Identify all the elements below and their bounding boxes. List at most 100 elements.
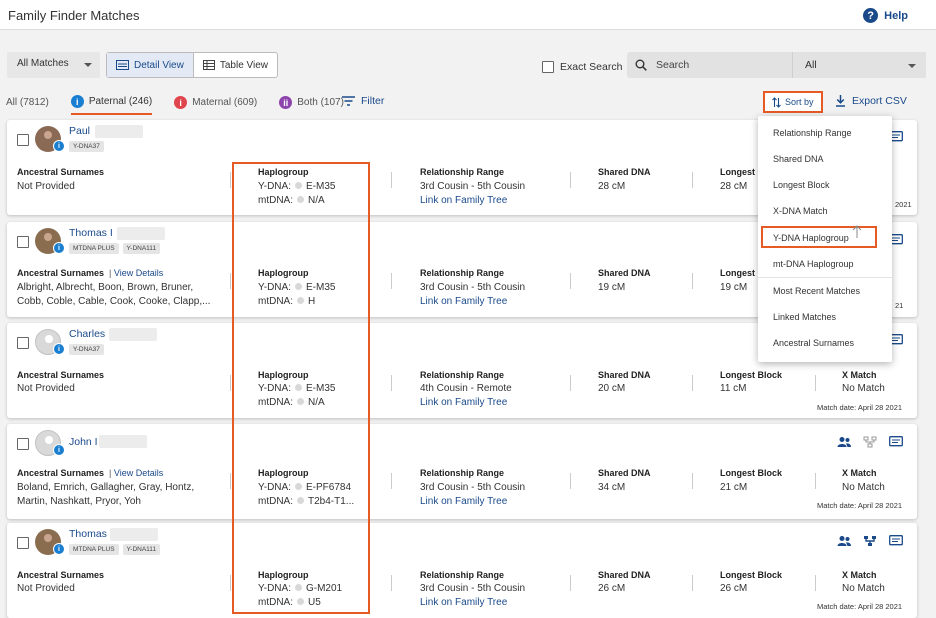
relationship-label: Relationship Range xyxy=(420,468,505,478)
longest-block-value: 28 cM xyxy=(720,181,748,192)
match-filter-value: All Matches xyxy=(17,58,69,69)
surnames-header: Ancestral Surnames | View Details xyxy=(17,468,164,478)
test-tag: MTDNA PLUS xyxy=(69,243,119,254)
match-select-checkbox[interactable] xyxy=(17,236,29,248)
export-csv-button[interactable]: Export CSV xyxy=(835,95,907,107)
match-name[interactable]: Charles xyxy=(69,328,105,340)
male-icon: i xyxy=(53,543,65,555)
sort-option-mt-dna-haplogroup[interactable]: mt-DNA Haplogroup xyxy=(773,259,854,269)
match-date: 2021 xyxy=(895,200,912,209)
redacted-surname xyxy=(99,435,147,448)
download-icon xyxy=(836,95,845,107)
relationship-value: 3rd Cousin - 5th Cousin xyxy=(420,181,526,192)
top-bar xyxy=(0,0,936,30)
exact-search-toggle[interactable]: Exact Search xyxy=(542,61,622,73)
longest-block-label: Longest Block xyxy=(720,468,783,478)
help-label: Help xyxy=(884,9,908,22)
match-filter-select[interactable]: All Matches xyxy=(7,52,100,78)
family-tree-icon[interactable] xyxy=(863,436,877,448)
notes-icon[interactable] xyxy=(889,436,903,448)
relationship-value: 3rd Cousin - 5th Cousin xyxy=(420,482,526,493)
sort-option-x-dna-match[interactable]: X-DNA Match xyxy=(773,206,828,216)
filter-icon xyxy=(342,96,355,106)
match-select-checkbox[interactable] xyxy=(17,337,29,349)
detail-view-button[interactable]: Detail View xyxy=(107,53,194,77)
tab-both[interactable]: ii Both (107) xyxy=(279,96,344,114)
search-scope-select[interactable]: All xyxy=(792,52,926,78)
detail-view-label: Detail View xyxy=(134,59,184,71)
link-family-tree[interactable]: Link on Family Tree xyxy=(420,396,507,410)
shared-dna-label: Shared DNA xyxy=(598,570,651,580)
redacted-surname xyxy=(95,125,143,138)
match-date: Match date: April 28 2021 xyxy=(817,602,903,611)
match-select-checkbox[interactable] xyxy=(17,438,29,450)
sort-option-relationship-range[interactable]: Relationship Range xyxy=(773,128,852,138)
tab-paternal-label: Paternal (246) xyxy=(88,96,153,107)
sort-option-ancestral-surnames[interactable]: Ancestral Surnames xyxy=(773,338,854,348)
sort-by-button[interactable]: Sort by xyxy=(763,91,823,113)
sort-option-shared-dna[interactable]: Shared DNA xyxy=(773,154,824,164)
view-toggle: Detail View Table View xyxy=(106,52,279,78)
test-tag: Y-DNA37 xyxy=(69,141,104,152)
longest-block-label: Longest Block xyxy=(720,370,783,380)
link-family-tree[interactable]: Link on Family Tree xyxy=(420,295,507,309)
link-family-tree[interactable]: Link on Family Tree xyxy=(420,596,507,610)
surnames-value: Martin, Nashkatt, Pryor, Yoh xyxy=(17,496,141,507)
match-actions xyxy=(837,535,903,547)
match-name[interactable]: Paul xyxy=(69,125,90,137)
male-icon: i xyxy=(53,444,65,456)
sort-option-most-recent[interactable]: Most Recent Matches xyxy=(773,286,860,296)
longest-block-value: 11 cM xyxy=(720,383,747,394)
search-input[interactable]: Search xyxy=(627,52,792,78)
surnames-value: Cobb, Coble, Cable, Cook, Cooke, Clapp,.… xyxy=(17,296,211,307)
shared-dna-label: Shared DNA xyxy=(598,268,651,278)
haplogroup-highlight-frame xyxy=(232,162,370,614)
link-family-tree[interactable]: Link on Family Tree xyxy=(420,194,507,208)
match-date: Match date: April 28 2021 xyxy=(817,403,903,412)
table-view-label: Table View xyxy=(219,59,269,71)
match-date: 21 xyxy=(895,301,904,310)
notes-icon[interactable] xyxy=(889,535,903,547)
shared-dna-value: 28 cM xyxy=(598,181,626,192)
shared-matches-icon[interactable] xyxy=(837,436,851,448)
view-details-link[interactable]: View Details xyxy=(114,468,163,478)
surnames-label: Ancestral Surnames xyxy=(17,268,105,278)
help-link[interactable]: ? Help xyxy=(863,8,908,23)
tab-maternal[interactable]: i Maternal (609) xyxy=(174,96,257,114)
longest-block-value: 21 cM xyxy=(720,482,748,493)
view-details-link[interactable]: View Details xyxy=(114,268,163,278)
longest-block-label: Longest Block xyxy=(720,570,783,580)
redacted-surname xyxy=(117,227,165,240)
page-title: Family Finder Matches xyxy=(8,8,140,23)
detail-view-icon xyxy=(116,60,129,70)
sort-icon xyxy=(772,96,781,108)
match-name[interactable]: Thomas I xyxy=(69,227,113,239)
both-parents-icon: ii xyxy=(279,96,293,109)
search-scope-value: All xyxy=(805,59,817,71)
x-match-value: No Match xyxy=(842,383,885,394)
match-name[interactable]: John I xyxy=(69,436,98,448)
table-view-button[interactable]: Table View xyxy=(194,53,277,77)
exact-search-checkbox[interactable] xyxy=(542,61,554,73)
tab-paternal[interactable]: i Paternal (246) xyxy=(70,95,153,115)
shared-matches-icon[interactable] xyxy=(837,535,851,547)
male-icon: i xyxy=(53,140,65,152)
match-card: i John I Ancestral Surnames | View Detai… xyxy=(7,424,917,519)
match-select-checkbox[interactable] xyxy=(17,537,29,549)
sort-option-linked-matches[interactable]: Linked Matches xyxy=(773,312,836,322)
surnames-header: Ancestral Surnames | View Details xyxy=(17,268,164,278)
surnames-value: Boland, Emrich, Gallagher, Gray, Hontz, xyxy=(17,482,195,493)
surnames-value: Not Provided xyxy=(17,181,75,192)
family-tree-icon[interactable] xyxy=(863,535,877,547)
tab-all[interactable]: All (7812) xyxy=(6,97,49,113)
sort-option-longest-block[interactable]: Longest Block xyxy=(773,180,830,190)
link-family-tree[interactable]: Link on Family Tree xyxy=(420,495,507,509)
filter-label: Filter xyxy=(361,95,385,107)
surnames-value: Albright, Albrecht, Boon, Brown, Bruner, xyxy=(17,282,194,293)
match-name[interactable]: Thomas xyxy=(69,528,107,540)
surnames-label: Ancestral Surnames xyxy=(17,468,105,478)
filter-button[interactable]: Filter xyxy=(342,95,384,107)
x-match-value: No Match xyxy=(842,482,885,493)
chevron-down-icon xyxy=(908,64,916,68)
match-select-checkbox[interactable] xyxy=(17,134,29,146)
